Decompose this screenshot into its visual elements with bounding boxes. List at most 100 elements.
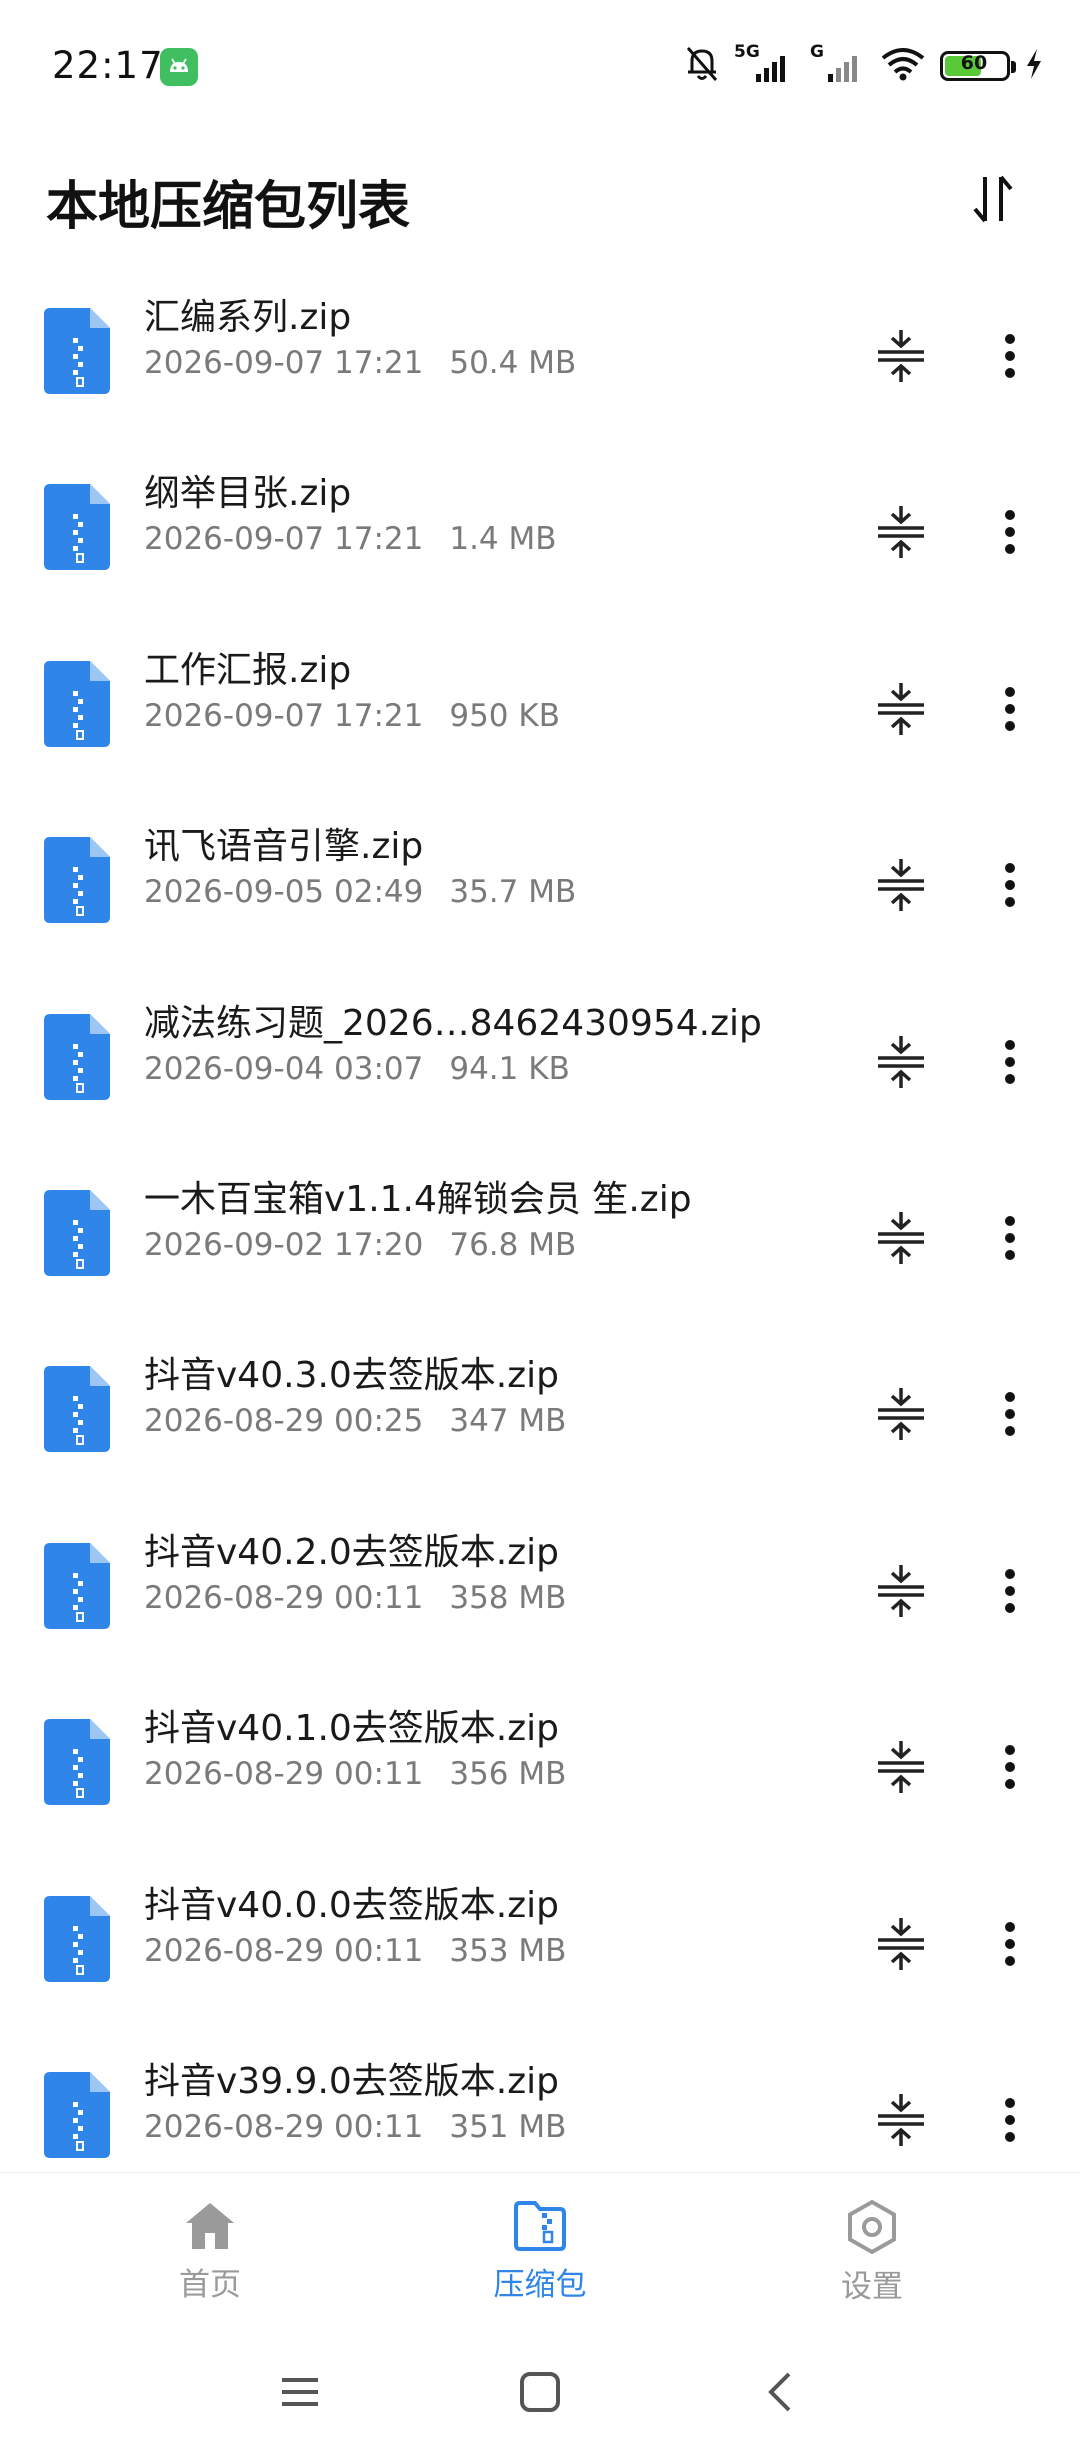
file-meta: 2026-08-29 00:11 353 MB xyxy=(144,1933,566,1969)
file-name: 抖音v40.2.0去签版本.zip xyxy=(144,1531,560,1573)
more-button[interactable] xyxy=(980,499,1040,565)
file-list-item[interactable]: 汇编系列.zip 2026-09-07 17:21 50.4 MB xyxy=(0,270,1080,446)
more-button[interactable] xyxy=(980,1734,1040,1800)
extract-button[interactable] xyxy=(868,1911,934,1977)
extract-button[interactable] xyxy=(868,2087,934,2153)
nav-item-home[interactable]: 首页 xyxy=(110,2199,310,2304)
more-button[interactable] xyxy=(980,1381,1040,1447)
wifi-icon xyxy=(880,46,926,86)
extract-icon xyxy=(878,682,924,735)
more-button[interactable] xyxy=(980,323,1040,389)
back-icon xyxy=(768,2372,791,2412)
file-date: 2026-09-07 17:21 xyxy=(144,345,424,381)
file-list-item[interactable]: 抖音v40.2.0去签版本.zip 2026-08-29 00:11 358 MB xyxy=(0,1505,1080,1681)
file-meta: 2026-09-07 17:21 1.4 MB xyxy=(144,521,557,557)
file-meta: 2026-09-07 17:21 950 KB xyxy=(144,698,560,734)
nav-item-settings[interactable]: 设置 xyxy=(772,2199,972,2306)
more-button[interactable] xyxy=(980,1911,1040,1977)
extract-button[interactable] xyxy=(868,323,934,389)
file-list-item[interactable]: 减法练习题_2026…8462430954.zip 2026-09-04 03:… xyxy=(0,976,1080,1152)
file-list-item[interactable]: 抖音v40.0.0去签版本.zip 2026-08-29 00:11 353 MB xyxy=(0,1858,1080,2034)
file-name: 抖音v40.0.0去签版本.zip xyxy=(144,1884,560,1926)
more-button[interactable] xyxy=(980,852,1040,918)
file-size: 50.4 MB xyxy=(449,345,577,381)
file-name: 减法练习题_2026…8462430954.zip xyxy=(144,1002,762,1044)
more-button[interactable] xyxy=(980,676,1040,742)
nav-label-settings: 设置 xyxy=(841,2269,903,2305)
file-meta: 2026-08-29 00:11 356 MB xyxy=(144,1756,566,1792)
zip-file-icon xyxy=(40,659,114,753)
nav-label-archive: 压缩包 xyxy=(493,2267,587,2303)
settings-hexagon-icon xyxy=(848,2199,896,2255)
sort-button[interactable] xyxy=(958,164,1028,234)
extract-button[interactable] xyxy=(868,1734,934,1800)
file-list: 汇编系列.zip 2026-09-07 17:21 50.4 MB 纲举目张.z… xyxy=(0,270,1080,2170)
file-list-item[interactable]: 纲举目张.zip 2026-09-07 17:21 1.4 MB xyxy=(0,446,1080,622)
file-size: 353 MB xyxy=(449,1932,567,1969)
file-size: 347 MB xyxy=(449,1403,567,1440)
extract-icon xyxy=(878,1741,924,1794)
file-meta: 2026-09-02 17:20 76.8 MB xyxy=(144,1227,576,1263)
extract-button[interactable] xyxy=(868,1029,934,1095)
battery-tip xyxy=(1011,61,1016,73)
zip-file-icon xyxy=(40,1894,114,1988)
file-size: 35.7 MB xyxy=(449,874,577,911)
file-date: 2026-08-29 00:11 xyxy=(144,1932,424,1969)
file-size: 76.8 MB xyxy=(449,1226,577,1263)
extract-icon xyxy=(878,330,924,382)
battery-icon: 60 xyxy=(940,51,1016,81)
status-bar: 22:17 5G G 60 xyxy=(0,0,1080,130)
file-date: 2026-09-04 03:07 xyxy=(144,1050,424,1087)
file-date: 2026-08-29 00:11 xyxy=(144,1756,424,1793)
file-list-item[interactable]: 抖音v40.1.0去签版本.zip 2026-08-29 00:11 356 MB xyxy=(0,1681,1080,1857)
status-icons: 5G G 60 xyxy=(684,42,1044,88)
app-header: 本地压缩包列表 xyxy=(0,130,1080,270)
file-name: 抖音v39.9.0去签版本.zip xyxy=(144,2060,560,2102)
more-button[interactable] xyxy=(980,1205,1040,1271)
more-button[interactable] xyxy=(980,1029,1040,1095)
system-home-button[interactable] xyxy=(500,2352,580,2432)
file-name: 抖音v40.3.0去签版本.zip xyxy=(144,1355,560,1397)
more-vertical-icon xyxy=(1005,510,1015,555)
file-meta: 2026-08-29 00:11 351 MB xyxy=(144,2109,566,2145)
file-date: 2026-09-07 17:21 xyxy=(144,697,424,734)
extract-button[interactable] xyxy=(868,852,934,918)
file-meta: 2026-08-29 00:11 358 MB xyxy=(144,1580,566,1616)
system-nav xyxy=(0,2322,1080,2460)
file-meta: 2026-09-07 17:21 50.4 MB xyxy=(144,345,576,381)
file-list-item[interactable]: 一木百宝箱v1.1.4解锁会员 笙.zip 2026-09-02 17:20 76… xyxy=(0,1152,1080,1328)
file-list-item[interactable]: 讯飞语音引擎.zip 2026-09-05 02:49 35.7 MB xyxy=(0,799,1080,975)
signal-icon-2: G xyxy=(808,42,866,86)
extract-button[interactable] xyxy=(868,1205,934,1271)
file-name: 讯飞语音引擎.zip xyxy=(144,826,424,868)
nav-item-archive[interactable]: 压缩包 xyxy=(440,2199,640,2304)
file-date: 2026-09-02 17:20 xyxy=(144,1226,424,1263)
extract-icon xyxy=(878,506,924,559)
extract-button[interactable] xyxy=(868,499,934,565)
file-list-item[interactable]: 工作汇报.zip 2026-09-07 17:21 950 KB xyxy=(0,623,1080,799)
more-vertical-icon xyxy=(1005,1568,1015,1613)
file-date: 2026-09-07 17:21 xyxy=(144,521,424,558)
extract-icon xyxy=(878,1035,924,1088)
file-date: 2026-08-29 00:11 xyxy=(144,1579,424,1616)
zip-file-icon xyxy=(40,1012,114,1106)
system-back-button[interactable] xyxy=(740,2352,820,2432)
file-name: 一木百宝箱v1.1.4解锁会员 笙.zip xyxy=(144,1178,692,1220)
more-button[interactable] xyxy=(980,1558,1040,1624)
extract-icon xyxy=(878,2093,924,2146)
more-button[interactable] xyxy=(980,2087,1040,2153)
file-list-item[interactable]: 抖音v40.3.0去签版本.zip 2026-08-29 00:25 347 MB xyxy=(0,1328,1080,1504)
extract-button[interactable] xyxy=(868,1558,934,1624)
extract-button[interactable] xyxy=(868,676,934,742)
more-vertical-icon xyxy=(1005,334,1015,378)
system-menu-button[interactable] xyxy=(260,2352,340,2432)
extract-icon xyxy=(878,859,924,912)
file-list-item[interactable]: 抖音v39.9.0去签版本.zip 2026-08-29 00:11 351 MB xyxy=(0,2034,1080,2170)
home-square-icon xyxy=(520,2372,560,2412)
more-vertical-icon xyxy=(1005,863,1015,908)
charging-bolt-icon xyxy=(1024,47,1044,85)
file-size: 358 MB xyxy=(449,1579,567,1616)
extract-button[interactable] xyxy=(868,1381,934,1447)
file-size: 351 MB xyxy=(449,2108,567,2145)
mute-bell-icon xyxy=(684,44,720,88)
